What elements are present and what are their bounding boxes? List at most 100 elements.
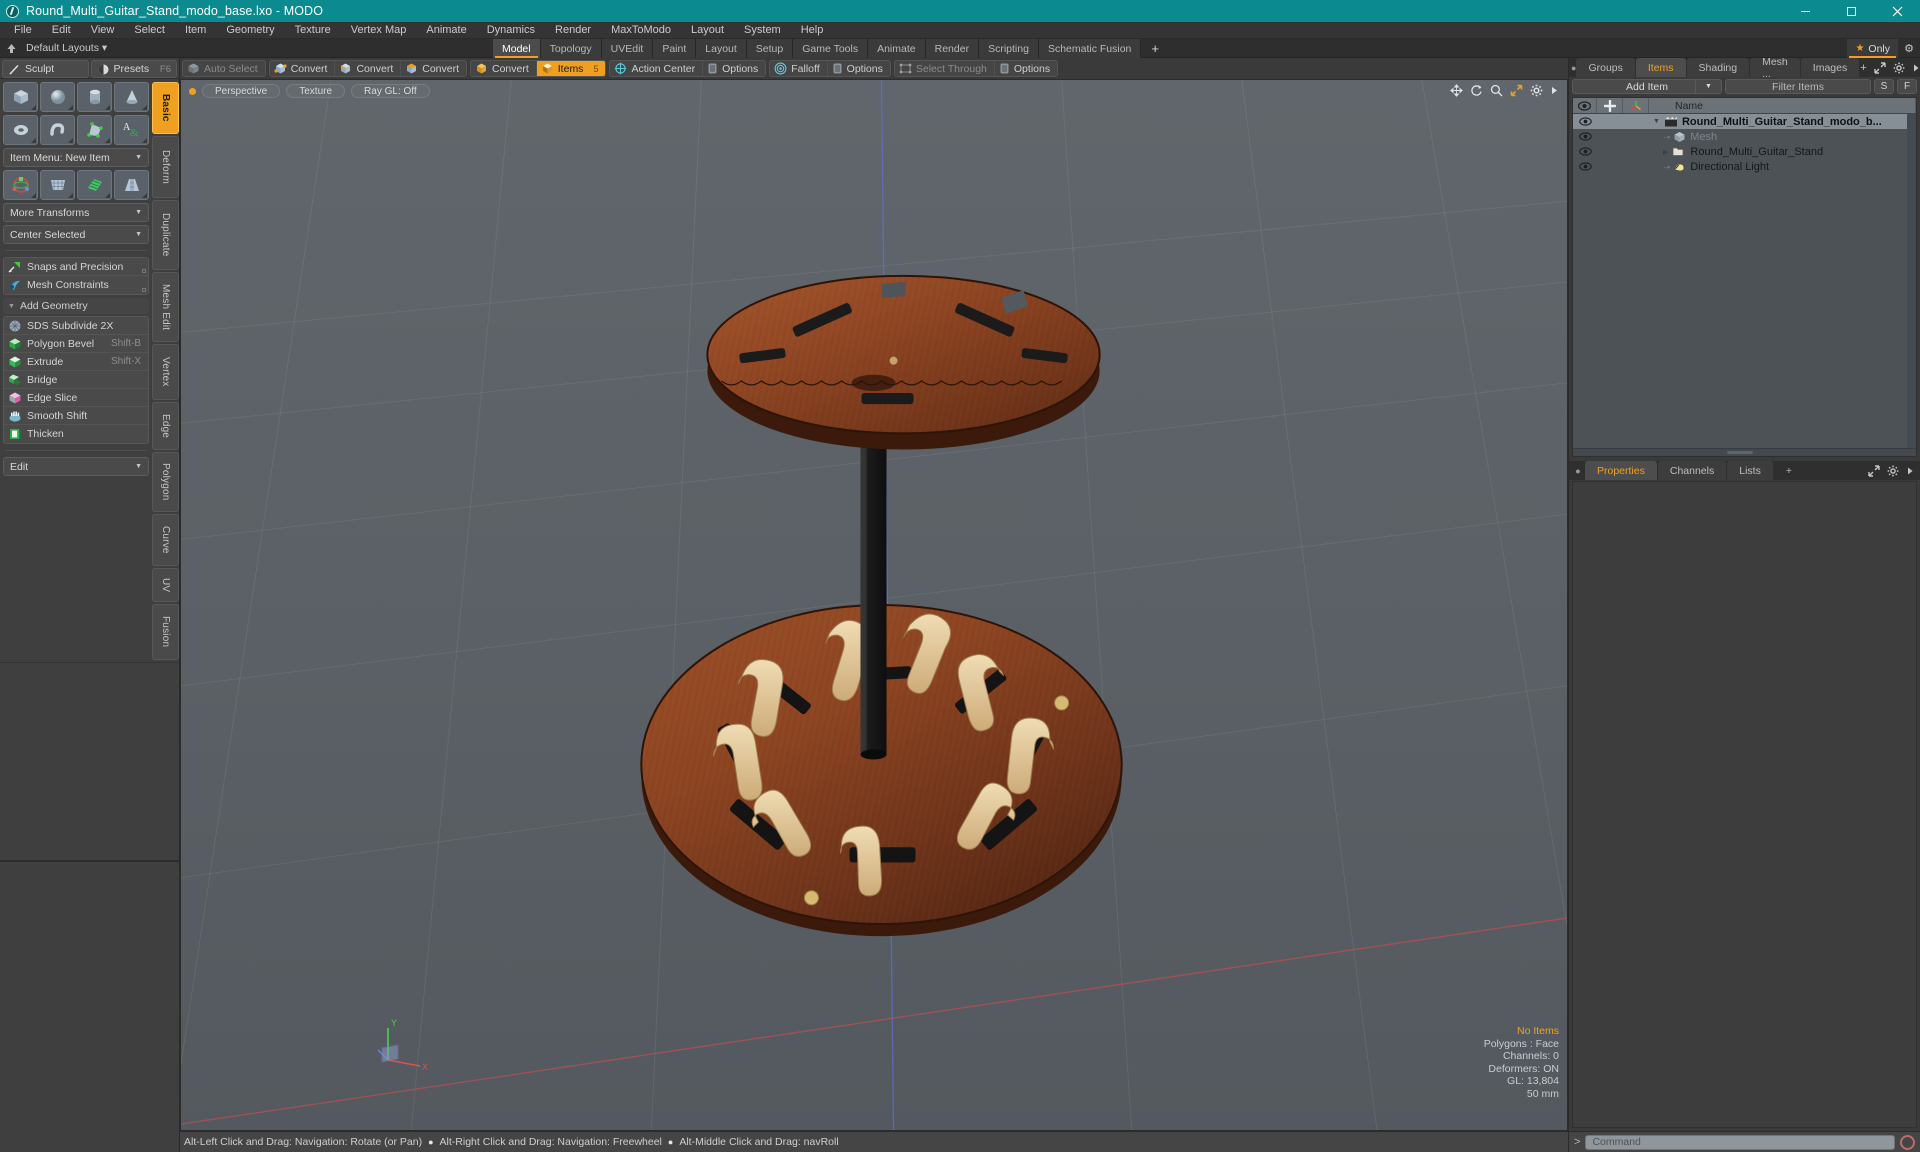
item-tree-scrollbar[interactable] — [1907, 114, 1916, 456]
vtab-deform[interactable]: Deform — [152, 136, 179, 198]
item-tree-empty[interactable] — [1573, 174, 1916, 448]
visibility-icon[interactable] — [1573, 98, 1597, 113]
item-tree-resize-handle[interactable] — [1573, 448, 1916, 456]
menu-texture[interactable]: Texture — [285, 22, 341, 39]
layout-tab-animate[interactable]: Animate — [868, 39, 926, 58]
layout-tab-layout[interactable]: Layout — [696, 39, 747, 58]
zoom-icon[interactable] — [1490, 84, 1503, 97]
maximize-button[interactable] — [1828, 0, 1874, 22]
more-transforms-dropdown[interactable]: More Transforms ▼ — [3, 203, 149, 222]
viewport-projection-pill[interactable]: Perspective — [202, 84, 281, 98]
edit-dropdown[interactable]: Edit ▼ — [3, 457, 149, 476]
fit-icon[interactable] — [1510, 84, 1523, 97]
tab-images[interactable]: Images — [1800, 58, 1860, 77]
transform-gizmo-icon[interactable] — [3, 170, 38, 200]
row-name-cell[interactable]: ▶ Round_Multi_Guitar_Stand — [1649, 146, 1916, 158]
row-name-cell[interactable]: ▼ Round_Multi_Guitar_Stand_modo_b... — [1649, 116, 1916, 128]
taper-grid-icon[interactable] — [114, 170, 149, 200]
layout-tab-model[interactable]: Model — [493, 39, 541, 58]
convert-polygon-button[interactable]: Convert — [401, 61, 466, 76]
tab-properties[interactable]: Properties — [1585, 461, 1657, 480]
menu-maxtomodo[interactable]: MaxToModo — [601, 22, 681, 39]
only-toggle[interactable]: ★ Only — [1847, 39, 1898, 58]
tool-polygon-bevel[interactable]: Polygon Bevel Shift-B — [4, 335, 148, 353]
vtab-polygon[interactable]: Polygon — [152, 452, 179, 512]
vtab-fusion[interactable]: Fusion — [152, 604, 179, 660]
default-layouts-dropdown[interactable]: Default Layouts ▾ — [22, 42, 107, 54]
tab-items[interactable]: Items — [1635, 58, 1686, 77]
rotate-icon[interactable] — [1470, 84, 1483, 97]
add-geometry-group-header[interactable]: ▼ Add Geometry — [3, 298, 149, 314]
add-item-button[interactable]: Add Item ▼ — [1572, 79, 1722, 94]
row-visibility-toggle[interactable] — [1573, 162, 1597, 171]
command-input[interactable]: Command — [1585, 1134, 1895, 1150]
filter-f-button[interactable]: F — [1897, 79, 1917, 94]
menu-vertex-map[interactable]: Vertex Map — [341, 22, 417, 39]
row-name-cell[interactable]: ··▪ Directional Light — [1649, 161, 1916, 173]
menu-animate[interactable]: Animate — [416, 22, 476, 39]
transform-icon[interactable] — [1623, 98, 1649, 113]
tool-edge-slice[interactable]: Edge Slice — [4, 389, 148, 407]
center-selected-dropdown[interactable]: Center Selected ▼ — [3, 225, 149, 244]
options-dot[interactable] — [142, 288, 146, 292]
tab-shading[interactable]: Shading — [1686, 58, 1750, 77]
menu-view[interactable]: View — [81, 22, 125, 39]
row-visibility-toggle[interactable] — [1573, 117, 1597, 126]
layout-tab-scripting[interactable]: Scripting — [979, 39, 1039, 58]
item-menu-dropdown[interactable]: Item Menu: New Item ▼ — [3, 148, 149, 167]
add-tab-button[interactable]: + — [1860, 62, 1866, 74]
select-through-options-button[interactable]: Options — [995, 61, 1057, 76]
table-row[interactable]: ▼ Round_Multi_Guitar_Stand_modo_b... — [1573, 114, 1916, 129]
options-dot[interactable] — [142, 269, 146, 273]
torus-icon[interactable] — [3, 115, 38, 145]
tab-groups[interactable]: Groups — [1576, 58, 1635, 77]
action-center-options-button[interactable]: Options — [703, 61, 765, 76]
capsule-icon[interactable] — [40, 115, 75, 145]
chevron-right-icon[interactable]: ▶ — [1663, 148, 1668, 156]
tool-sds-subdivide[interactable]: SDS Subdivide 2X — [4, 317, 148, 335]
tool-bridge[interactable]: Bridge — [4, 371, 148, 389]
row-visibility-toggle[interactable] — [1573, 147, 1597, 156]
select-through-button[interactable]: Select Through — [895, 61, 995, 76]
row-name-cell[interactable]: ··▪ Mesh — [1649, 131, 1916, 143]
layout-tab-render[interactable]: Render — [925, 39, 980, 58]
move-icon[interactable] — [1450, 84, 1463, 97]
cube-icon[interactable] — [3, 82, 38, 112]
sculpt-button[interactable]: Sculpt — [2, 60, 89, 78]
viewport-shading-pill[interactable]: Texture — [286, 84, 346, 98]
expand-icon[interactable] — [1873, 61, 1886, 74]
menu-help[interactable]: Help — [791, 22, 834, 39]
vtab-edge[interactable]: Edge — [152, 402, 179, 450]
tab-lists[interactable]: Lists — [1727, 461, 1773, 480]
table-row[interactable]: ··▪ Mesh — [1573, 129, 1916, 144]
convert-edge-button[interactable]: Convert — [335, 61, 402, 76]
layout-tab-uvedit[interactable]: UVEdit — [601, 39, 654, 58]
cone-icon[interactable] — [114, 82, 149, 112]
sphere-icon[interactable] — [40, 82, 75, 112]
chevron-right-icon[interactable] — [1550, 84, 1559, 97]
menu-system[interactable]: System — [734, 22, 791, 39]
cylinder-icon[interactable] — [77, 82, 112, 112]
polygon-icon[interactable] — [77, 115, 112, 145]
tab-channels[interactable]: Channels — [1657, 461, 1727, 480]
3d-viewport[interactable]: Perspective Texture Ray GL: Off Y X No I… — [180, 80, 1568, 1131]
convert-item-button[interactable]: Convert — [471, 61, 537, 76]
tool-thicken[interactable]: Thicken — [4, 425, 148, 443]
properties-pane[interactable] — [1572, 481, 1917, 1128]
panel-menu-icon[interactable]: ● — [1571, 461, 1585, 480]
record-macro-button[interactable] — [1900, 1134, 1915, 1150]
chevron-down-icon[interactable]: ▼ — [1695, 80, 1721, 93]
lock-icon[interactable] — [1597, 98, 1623, 113]
close-button[interactable] — [1874, 0, 1920, 22]
chevron-right-icon[interactable] — [1906, 465, 1914, 477]
chevron-right-icon[interactable] — [1912, 62, 1920, 74]
menu-dynamics[interactable]: Dynamics — [477, 22, 545, 39]
chevron-down-icon[interactable]: ▼ — [1653, 118, 1660, 125]
add-layout-tab-button[interactable]: + — [1141, 39, 1169, 58]
falloff-options-button[interactable]: Options — [828, 61, 890, 76]
table-row[interactable]: ··▪ Directional Light — [1573, 159, 1916, 174]
falloff-button[interactable]: Falloff — [770, 61, 828, 76]
mesh-constraints-row[interactable]: Mesh Constraints — [4, 276, 148, 294]
layout-tab-paint[interactable]: Paint — [653, 39, 697, 58]
filter-items-input[interactable]: Filter Items — [1725, 79, 1871, 94]
